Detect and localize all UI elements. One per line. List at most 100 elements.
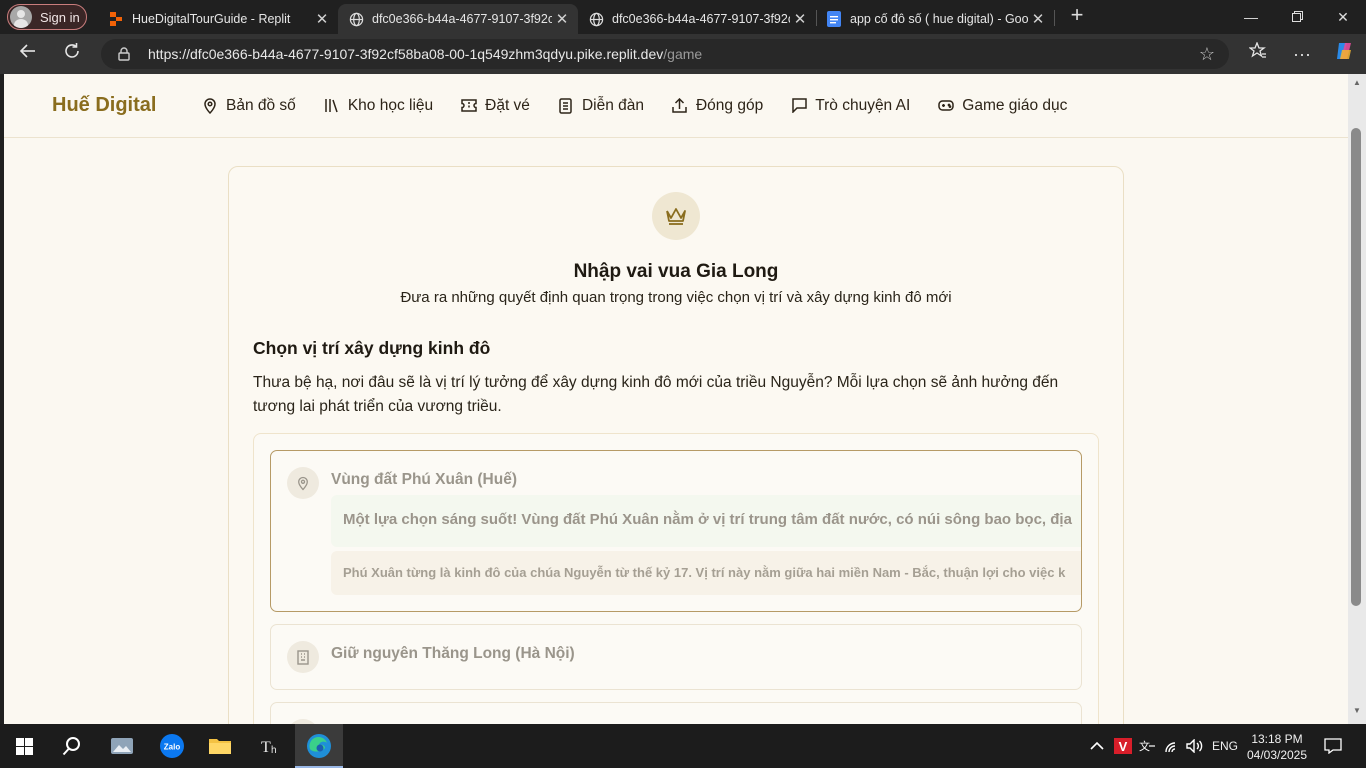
page-scrollbar[interactable]: ▲ ▼	[1348, 74, 1366, 724]
scroll-up-icon[interactable]: ▲	[1352, 78, 1362, 87]
game-card: Nhập vai vua Gia Long Đưa ra những quyết…	[228, 166, 1124, 724]
page-viewport: — — — — — — — — — Huế Digital Bản đồ số …	[4, 74, 1348, 724]
notifications-icon[interactable]	[1324, 724, 1342, 768]
text-app-icon[interactable]: Th	[246, 724, 294, 768]
chat-icon	[791, 98, 807, 114]
wifi-icon[interactable]	[1164, 724, 1182, 768]
edge-browser-icon[interactable]	[295, 724, 343, 768]
tab-google-docs[interactable]: app cố đô số ( hue digital) - Goog ✕	[816, 4, 1054, 34]
library-icon	[324, 98, 340, 114]
photos-app-icon[interactable]	[98, 724, 146, 768]
windows-taskbar: Zalo Th V 文 ENG 13:18 PM 04/03/2025	[0, 724, 1366, 768]
nav-label: Đóng góp	[695, 96, 764, 114]
option-label: Giữ nguyên Thăng Long (Hà Nội)	[331, 645, 575, 662]
show-hidden-icons-chevron-icon[interactable]	[1090, 724, 1104, 768]
nav-label: Trò chuyện AI	[815, 96, 911, 114]
svg-text:V: V	[1119, 739, 1128, 754]
copilot-icon[interactable]	[1330, 40, 1358, 68]
nav-forum[interactable]: Diễn đàn	[558, 97, 644, 115]
zalo-icon[interactable]: Zalo	[148, 724, 196, 768]
tab-divider	[1054, 10, 1055, 26]
nav-contribute[interactable]: Đóng góp	[672, 97, 763, 115]
svg-text:文: 文	[1139, 739, 1150, 753]
globe-icon	[588, 11, 604, 27]
url-path: /game	[663, 46, 703, 62]
windows-start-icon[interactable]	[0, 724, 48, 768]
nav-digital-map[interactable]: Bản đồ số	[202, 97, 296, 115]
nav-label: Diễn đàn	[581, 96, 644, 114]
nav-label: Game giáo dục	[962, 96, 1068, 114]
tab-title: dfc0e366-b44a-4677-9107-3f92cf	[372, 12, 552, 26]
nav-label: Đặt vé	[485, 96, 530, 114]
url-host: https://dfc0e366-b44a-4677-9107-3f92cf58…	[148, 46, 664, 62]
app-navbar: Huế Digital Bản đồ số Kho học liệu Đặt v…	[4, 74, 1348, 138]
close-tab-icon[interactable]: ✕	[790, 10, 810, 28]
sign-in-button[interactable]: Sign in	[7, 4, 87, 30]
option-third-partial[interactable]	[270, 702, 1082, 724]
svg-text:T: T	[261, 739, 271, 756]
new-tab-plus-icon[interactable]: +	[1066, 4, 1088, 27]
sign-in-label: Sign in	[40, 9, 80, 25]
tab-replit[interactable]: HueDigitalTourGuide - Replit ✕	[98, 4, 338, 34]
upload-icon	[672, 98, 688, 114]
nav-edu-game[interactable]: Game giáo dục	[938, 97, 1067, 115]
nav-tickets[interactable]: Đặt vé	[461, 97, 530, 115]
address-bar[interactable]: https://dfc0e366-b44a-4677-9107-3f92cf58…	[101, 39, 1229, 69]
tab-title: app cố đô số ( hue digital) - Goog	[850, 12, 1028, 26]
tab-game-2[interactable]: dfc0e366-b44a-4677-9107-3f92cf ✕	[578, 4, 816, 34]
nav-library[interactable]: Kho học liệu	[324, 97, 433, 115]
svg-text:h: h	[271, 745, 277, 756]
scroll-down-icon[interactable]: ▼	[1352, 706, 1362, 715]
back-arrow-icon[interactable]	[14, 40, 42, 68]
vietkey-tray-icon[interactable]: V	[1114, 724, 1132, 768]
volume-icon[interactable]	[1186, 724, 1204, 768]
tab-title: HueDigitalTourGuide - Replit	[132, 12, 291, 26]
tab-game-active[interactable]: dfc0e366-b44a-4677-9107-3f92cf ✕	[338, 4, 578, 34]
close-tab-icon[interactable]: ✕	[1028, 10, 1048, 28]
restore-icon[interactable]	[1274, 0, 1320, 34]
building-icon	[287, 641, 319, 673]
brand-logo[interactable]: Huế Digital	[52, 94, 202, 117]
language-indicator[interactable]: ENG	[1212, 724, 1238, 768]
forum-icon	[558, 97, 574, 114]
option-thang-long[interactable]: Giữ nguyên Thăng Long (Hà Nội)	[270, 624, 1082, 690]
close-tab-icon[interactable]: ✕	[312, 10, 332, 28]
ime-tray-icon[interactable]: 文	[1138, 724, 1156, 768]
profile-avatar-icon	[10, 6, 32, 28]
file-explorer-icon[interactable]	[196, 724, 244, 768]
section-description: Thưa bệ hạ, nơi đâu sẽ là vị trí lý tưởn…	[253, 374, 1059, 415]
url-text: https://dfc0e366-b44a-4677-9107-3f92cf58…	[148, 46, 702, 62]
scrollbar-thumb[interactable]	[1351, 128, 1361, 606]
google-docs-icon	[826, 11, 842, 27]
search-icon[interactable]	[48, 724, 96, 768]
ticket-icon	[461, 98, 477, 114]
option-phu-xuan[interactable]: Vùng đất Phú Xuân (Huế) Một lựa chọn sán…	[270, 450, 1082, 612]
browser-tabstrip: Sign in HueDigitalTourGuide - Replit ✕ d…	[0, 0, 1366, 34]
options-container: Vùng đất Phú Xuân (Huế) Một lựa chọn sán…	[253, 433, 1099, 724]
replit-icon	[108, 11, 124, 27]
nav-label: Bản đồ số	[226, 96, 296, 114]
section-title: Chọn vị trí xây dựng kinh đô	[253, 338, 491, 358]
globe-icon	[348, 11, 364, 27]
browser-toolbar: https://dfc0e366-b44a-4677-9107-3f92cf58…	[0, 34, 1366, 74]
game-subtitle: Đưa ra những quyết định quan trọng trong…	[400, 289, 952, 306]
minimize-icon[interactable]: —	[1228, 0, 1274, 34]
favorites-icon[interactable]	[1244, 40, 1272, 68]
map-pin-icon	[287, 467, 319, 499]
game-title: Nhập vai vua Gia Long	[573, 261, 779, 282]
clock-time: 13:18 PM	[1251, 732, 1303, 746]
nav-ai-chat[interactable]: Trò chuyện AI	[791, 97, 910, 115]
gamepad-icon	[938, 98, 955, 114]
refresh-icon[interactable]	[58, 40, 86, 68]
favorite-star-icon[interactable]: ☆	[1199, 44, 1215, 65]
tab-title: dfc0e366-b44a-4677-9107-3f92cf	[612, 12, 790, 26]
more-options-icon[interactable]: ···	[1288, 40, 1316, 68]
lock-icon[interactable]	[118, 47, 132, 61]
close-window-icon[interactable]: ✕	[1320, 0, 1366, 34]
option-history-note: Phú Xuân từng là kinh đô của chúa Nguyễn…	[331, 551, 1081, 595]
clock-date: 04/03/2025	[1246, 748, 1308, 762]
option-feedback: Một lựa chọn sáng suốt! Vùng đất Phú Xuâ…	[331, 495, 1081, 547]
clock[interactable]: 13:18 PM 04/03/2025	[1242, 731, 1312, 763]
option-label: Vùng đất Phú Xuân (Huế)	[331, 471, 517, 488]
close-tab-icon[interactable]: ✕	[552, 10, 572, 28]
